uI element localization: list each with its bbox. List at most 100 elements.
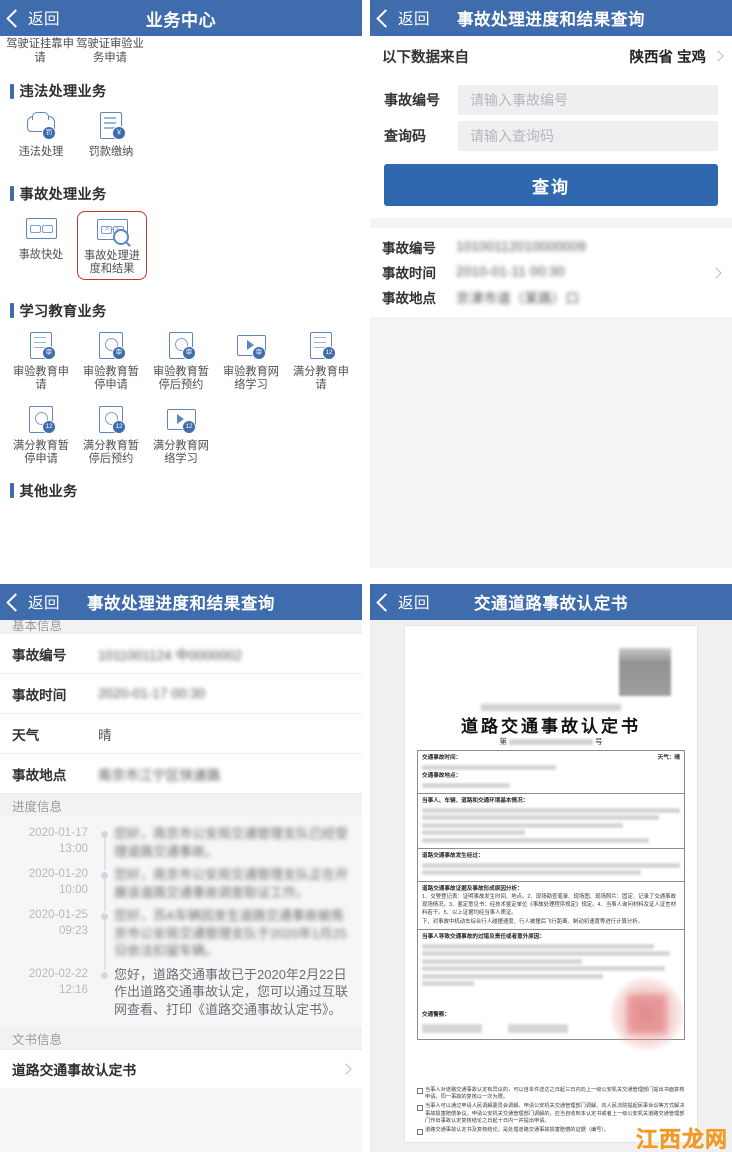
footer-note: 道路交通事故认定书及复核结论，是处理道路交通事故损害赔偿的证据（编号）。	[425, 1127, 610, 1133]
section-accent-bar	[10, 83, 14, 99]
chevron-left-icon	[6, 8, 25, 28]
clipped-item-label[interactable]: 驾驶证审验业务申请	[76, 38, 144, 65]
exam-doc-icon: 审	[24, 331, 58, 361]
clipped-icon-row: 驾驶证挂靠申请 驾驶证审验业务申请	[0, 36, 362, 65]
table-section: 交通事故时间： 天气：晴 交通事故地点：	[418, 751, 684, 794]
detail-value: 2020-01-17 00:30	[98, 686, 206, 701]
document-list-item[interactable]: 道路交通事故认定书	[0, 1049, 362, 1088]
item-label: 事故处理进度和结果	[84, 249, 140, 276]
timeline-datetime: 2020-01-25 09:23	[10, 907, 98, 960]
table-section: 道路交通事故发生经过：	[418, 849, 684, 882]
business-item-fullscore-apply[interactable]: 12 满分教育申请	[287, 331, 355, 393]
data-source-value: 陕西省 宝鸡	[629, 49, 706, 66]
panel-query-form: 返回 事故处理进度和结果查询 以下数据来自 陕西省 宝鸡 事故编号 请输入事故编…	[370, 0, 732, 568]
result-label: 事故编号	[382, 240, 436, 256]
section-label: 交通事故时间： 天气：晴	[422, 755, 680, 761]
timeline-text: 您好，南京市公安局交通管理支队正在开展该道路交通事故调查取证工作。	[114, 867, 349, 900]
back-label: 返回	[28, 595, 61, 612]
result-label: 事故地点	[382, 290, 436, 306]
back-button[interactable]: 返回	[0, 7, 60, 29]
section-body: 1、交警登记表：证明事故发生时间、地点。2、现场勘查笔录、现场图、现场照片：固定…	[422, 893, 676, 917]
timeline-text: 您好，南京市公安局交通管理支队已经受理道路交通事故。	[114, 826, 349, 859]
icon-row-violation: 罚 违法处理 ￥ 罚款缴纳	[0, 107, 362, 168]
screenshot-grid: 返回 业务中心 驾驶证挂靠申请 驾驶证审验业务申请 违法处理业务 罚 违法处理	[0, 0, 732, 1152]
business-item-exam-online[interactable]: 审 审验教育网络学习	[217, 331, 285, 393]
panel-certificate: 返回 交通道路事故认定书 道路交通事故认定书 第号 交通事故时间： 天气：晴 交通…	[370, 584, 732, 1152]
doc-no-prefix: 第	[499, 737, 508, 746]
timeline-time: 12:16	[58, 982, 88, 996]
chevron-left-icon	[6, 592, 25, 612]
timeline-date: 2020-01-20	[28, 867, 88, 880]
detail-row: 天气 晴	[0, 714, 362, 754]
query-code-input[interactable]: 请输入查询码	[458, 121, 718, 151]
back-button[interactable]: 返回	[370, 591, 430, 613]
business-item-fine-payment[interactable]: ￥ 罚款缴纳	[77, 111, 145, 160]
query-form-card: 事故编号 请输入事故编号 查询码 请输入查询码 查询	[370, 76, 732, 218]
query-form-header: 返回 事故处理进度和结果查询	[370, 0, 732, 36]
table-section: 道路交通事故证据及事故形成原因分析： 1、交警登记表：证明事故发生时间、地点。2…	[418, 882, 684, 931]
query-result-card[interactable]: 事故编号 10100112010000009 事故时间 2010-01-11 0…	[370, 228, 732, 317]
exam-video-icon: 审	[234, 331, 268, 361]
business-item-accident-progress[interactable]: >>> 事故处理进度和结果	[77, 210, 147, 280]
panel-business-center: 返回 业务中心 驾驶证挂靠申请 驾驶证审验业务申请 违法处理业务 罚 违法处理	[0, 0, 362, 568]
item-label: 罚款缴纳	[88, 146, 134, 158]
detail-row: 事故时间 2020-01-17 00:30	[0, 674, 362, 714]
fullscore-video-icon: 12	[164, 405, 198, 435]
data-source-selector[interactable]: 以下数据来自 陕西省 宝鸡	[370, 36, 732, 76]
fullscore-doc-icon: 12	[304, 331, 338, 361]
item-label: 满分教育网络学习	[153, 439, 209, 466]
detail-row: 事故编号 1011001124 中0000002	[0, 634, 362, 674]
business-item-fullscore-online[interactable]: 12 满分教育网络学习	[147, 405, 215, 467]
timeline-datetime: 2020-01-20 10:00	[10, 866, 98, 901]
chevron-right-icon	[340, 1063, 352, 1075]
item-label: 审验教育申请	[13, 365, 69, 392]
timeline-item: 2020-02-22 12:16 您好，道路交通事故已于2020年2月22日作出道…	[0, 963, 362, 1022]
timeline-date: 2020-01-25	[28, 908, 88, 921]
doc-no-suffix: 号	[595, 737, 603, 746]
back-label: 返回	[398, 11, 431, 28]
timeline-time: 10:00	[58, 883, 88, 896]
business-item-exam-pause[interactable]: 审 审验教育暂停申请	[77, 331, 145, 393]
section-title: 其他业务	[19, 483, 78, 500]
group-header-document: 文书信息	[0, 1027, 362, 1049]
chevron-left-icon	[376, 592, 395, 612]
accident-no-input[interactable]: 请输入事故编号	[458, 85, 718, 115]
empty-area	[370, 317, 732, 568]
business-item-fullscore-rebook[interactable]: 12 满分教育暂停后预约	[77, 405, 145, 467]
section-title: 学习教育业务	[19, 303, 107, 320]
business-center-header: 返回 业务中心	[0, 0, 362, 36]
detail-header: 返回 事故处理进度和结果查询	[0, 584, 362, 620]
business-item-accident-quick[interactable]: 事故快处	[7, 214, 75, 277]
item-label: 满分教育申请	[293, 365, 349, 392]
business-center-body: 驾驶证挂靠申请 驾驶证审验业务申请 违法处理业务 罚 违法处理 ￥ 罚款缴纳 事…	[0, 36, 362, 568]
section-label: 道路交通事故证据及事故形成原因分析：	[422, 885, 523, 892]
timeline-item: 2020-01-20 10:00 您好，南京市公安局交通管理支队正在开展该道路交通…	[0, 863, 362, 911]
document-issuer-redacted	[481, 704, 621, 711]
timeline-datetime: 2020-02-22 12:16	[10, 966, 98, 1019]
back-label: 返回	[28, 11, 61, 28]
result-row: 事故地点 京津市道（某路）口	[370, 284, 732, 309]
certificate-document[interactable]: 道路交通事故认定书 第号 交通事故时间： 天气：晴 交通事故地点： 当事人、车辆、…	[405, 626, 697, 1142]
timeline-time: 13:00	[58, 842, 88, 855]
item-label: 满分教育暂停申请	[13, 439, 69, 466]
fullscore-pause-icon: 12	[24, 405, 58, 435]
query-submit-button[interactable]: 查询	[384, 164, 718, 206]
back-button[interactable]: 返回	[0, 591, 60, 613]
document-photo-redacted	[619, 648, 671, 696]
detail-label: 天气	[12, 727, 40, 743]
certificate-body: 道路交通事故认定书 第号 交通事故时间： 天气：晴 交通事故地点： 当事人、车辆、…	[370, 620, 732, 1152]
back-button[interactable]: 返回	[370, 7, 430, 29]
timeline-item: 2020-01-17 13:00 您好，南京市公安局交通管理支队已经受理道路交通事…	[0, 822, 362, 870]
icon-row-accident: 事故快处 >>> 事故处理进度和结果	[0, 210, 362, 285]
detail-body: 基本信息 事故编号 1011001124 中0000002 事故时间 2020-…	[0, 620, 362, 1152]
business-item-exam-rebook[interactable]: 审 审验教育暂停后预约	[147, 331, 215, 393]
official-seal-stamp	[611, 978, 683, 1050]
clipped-item-label[interactable]: 驾驶证挂靠申请	[6, 38, 74, 65]
section-header-education: 学习教育业务	[10, 301, 362, 321]
business-item-fullscore-pause[interactable]: 12 满分教育暂停申请	[7, 405, 75, 467]
section-header-other: 其他业务	[10, 481, 362, 501]
business-item-exam-apply[interactable]: 审 审验教育申请	[7, 331, 75, 393]
business-item-violation-handling[interactable]: 罚 违法处理	[7, 111, 75, 160]
table-section: 当事人、车辆、道路和交通环境基本情况：	[418, 794, 684, 849]
accident-scene-icon	[24, 214, 58, 244]
